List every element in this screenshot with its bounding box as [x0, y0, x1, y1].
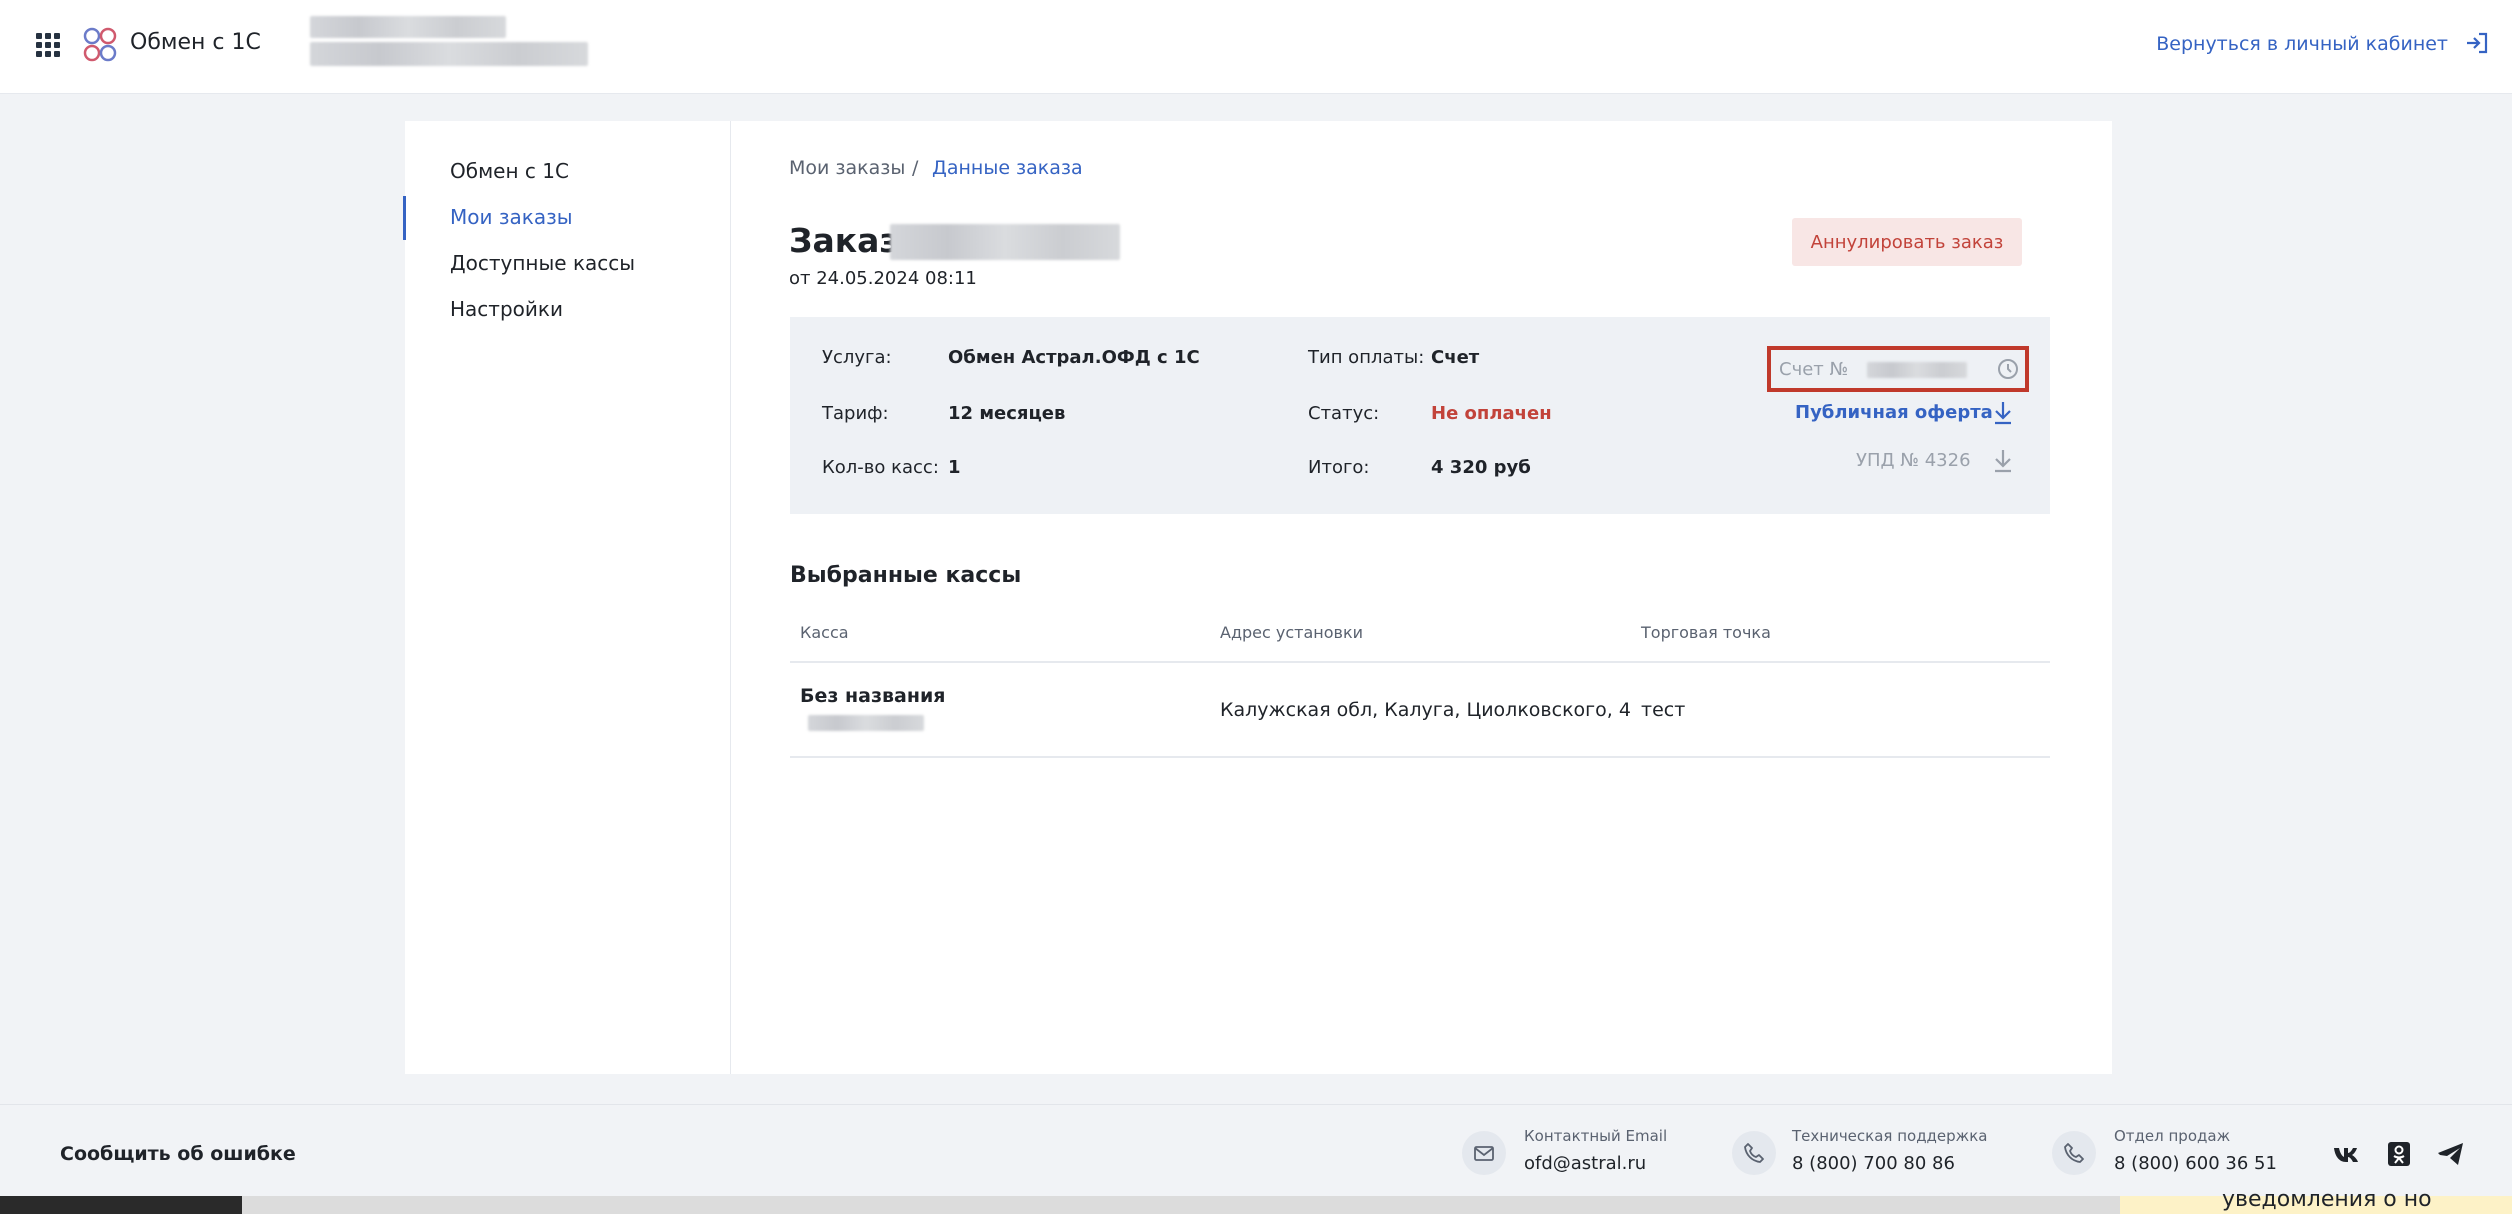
report-error-link[interactable]: Сообщить об ошибке [60, 1143, 296, 1165]
service-label: Услуга: [822, 347, 892, 368]
app-title: Обмен с 1С [130, 30, 261, 55]
redacted-order-number [890, 224, 1120, 260]
kkt-count-value: 1 [948, 457, 961, 478]
app-header: Обмен с 1С Вернуться в личный кабинет [0, 0, 2512, 94]
sidebar-item-available-kkt[interactable]: Доступные кассы [450, 251, 635, 275]
contact-email-value[interactable]: ofd@astral.ru [1524, 1153, 1646, 1174]
ok-icon[interactable] [2384, 1141, 2414, 1167]
return-to-cabinet-link[interactable]: Вернуться в личный кабинет [2156, 33, 2448, 55]
background-window-strip: уведомления о но [0, 1187, 2512, 1214]
sidebar-item-settings[interactable]: Настройки [450, 297, 563, 321]
total-label: Итого: [1308, 457, 1370, 478]
tariff-value: 12 месяцев [948, 403, 1066, 424]
redacted-company-inn [310, 42, 588, 66]
payment-type-label: Тип оплаты: [1308, 347, 1425, 368]
sidebar-item-my-orders[interactable]: Мои заказы [450, 205, 573, 229]
cancel-order-button[interactable]: Аннулировать заказ [1792, 218, 2022, 266]
contact-email-label: Контактный Email [1524, 1127, 1668, 1145]
apps-grid-icon[interactable] [36, 33, 60, 57]
row-point: тест [1641, 699, 1686, 721]
sales-phone[interactable]: 8 (800) 600 36 51 [2114, 1153, 2277, 1174]
redacted-invoice-number [1867, 362, 1967, 378]
order-title: Заказ [789, 221, 899, 260]
kkt-count-label: Кол-во касс: [822, 457, 939, 478]
column-header-kassa: Касса [800, 623, 849, 642]
telegram-icon[interactable] [2436, 1141, 2466, 1167]
order-date: от 24.05.2024 08:11 [789, 268, 977, 289]
support-label: Техническая поддержка [1792, 1127, 1988, 1145]
download-upd-icon[interactable] [1992, 448, 2014, 474]
tariff-label: Тариф: [822, 403, 889, 424]
redacted-company-name [310, 16, 506, 38]
sales-label: Отдел продаж [2114, 1127, 2231, 1145]
background-window-note: уведомления о но [2120, 1187, 2512, 1214]
upd-label: УПД № 4326 [1856, 450, 1971, 471]
service-value: Обмен Астрал.ОФД с 1С [948, 347, 1200, 368]
status-label: Статус: [1308, 403, 1380, 424]
column-header-address: Адрес установки [1220, 623, 1364, 642]
row-address: Калужская обл, Калуга, Циолковского, 4 [1220, 699, 1631, 721]
invoice-label: Счет № [1779, 359, 1849, 380]
support-phone[interactable]: 8 (800) 700 80 86 [1792, 1153, 1955, 1174]
total-value: 4 320 руб [1431, 457, 1531, 478]
phone-sales-icon [2052, 1131, 2096, 1175]
invoice-highlight[interactable]: Счет № [1767, 346, 2029, 392]
table-bottom-divider [790, 756, 2050, 758]
row-kassa-name: Без названия [800, 685, 946, 707]
vk-icon[interactable] [2332, 1141, 2362, 1167]
download-offer-icon[interactable] [1992, 400, 2014, 426]
mail-icon [1462, 1131, 1506, 1175]
column-header-point: Торговая точка [1641, 623, 1771, 642]
phone-support-icon [1732, 1131, 1776, 1175]
public-offer-link[interactable]: Публичная оферта [1795, 402, 1993, 423]
background-window-text: уведомления о но [2222, 1187, 2432, 1212]
payment-type-value: Счет [1431, 347, 1480, 368]
table-header-divider [790, 661, 2050, 663]
logo-icon [83, 27, 117, 62]
logout-icon[interactable] [2464, 30, 2490, 56]
footer: Сообщить об ошибке Контактный Email ofd@… [0, 1104, 2512, 1196]
active-item-marker [403, 196, 406, 240]
background-window-dark-region [0, 1196, 242, 1214]
sidebar: Обмен с 1С Мои заказы Доступные кассы На… [403, 121, 731, 1074]
selected-kkt-title: Выбранные кассы [790, 563, 1022, 588]
breadcrumb-order-data: Данные заказа [932, 157, 1083, 179]
sidebar-item-exchange[interactable]: Обмен с 1С [450, 159, 569, 183]
status-value: Не оплачен [1431, 403, 1552, 424]
breadcrumb-my-orders[interactable]: Мои заказы [789, 157, 905, 179]
breadcrumb-separator: / [912, 157, 919, 179]
clock-icon [1998, 359, 2018, 379]
redacted-kassa-number [808, 715, 924, 731]
